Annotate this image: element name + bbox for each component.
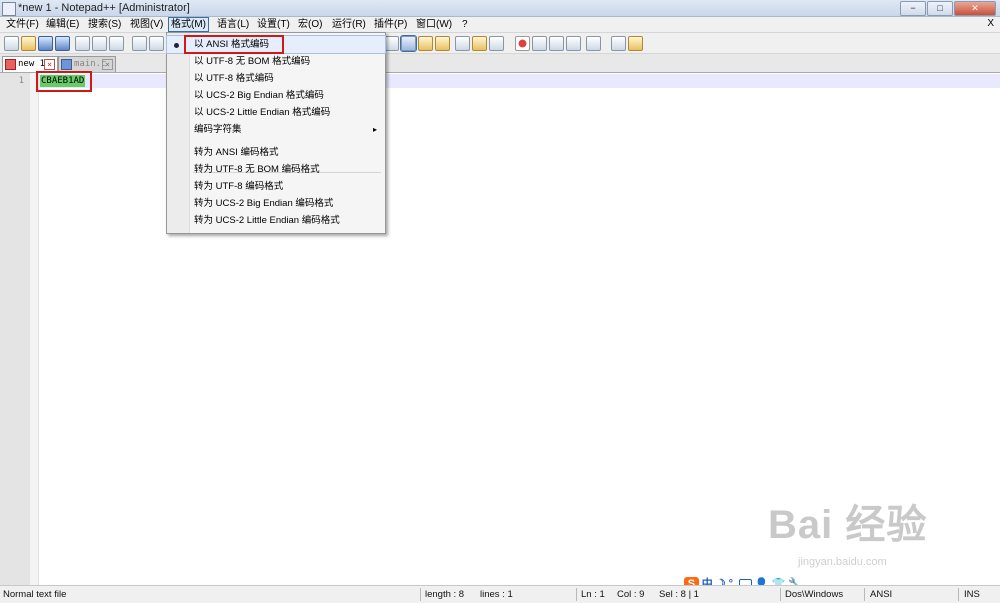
cut-icon[interactable]	[132, 36, 147, 51]
encode-ucs2-be-item[interactable]: 以 UCS-2 Big Endian 格式编码	[167, 87, 385, 104]
close-document-button[interactable]: X	[987, 18, 994, 29]
menu-item-label: 以 UTF-8 格式编码	[194, 73, 274, 84]
annotation-highlight-box	[184, 35, 284, 54]
menu-plugins[interactable]: 插件(P)	[372, 18, 409, 31]
copy-icon[interactable]	[149, 36, 164, 51]
menu-file[interactable]: 文件(F)	[4, 18, 41, 31]
status-sel: Sel : 8 | 1	[659, 589, 699, 600]
close-file-icon[interactable]	[75, 36, 90, 51]
menu-item-label: 转为 UTF-8 编码格式	[194, 181, 284, 192]
menu-format[interactable]: 格式(M)	[168, 17, 209, 32]
fold-margin	[30, 73, 39, 585]
character-sets-item[interactable]: 编码字符集 ▸	[167, 121, 385, 138]
line-number: 1	[18, 76, 24, 86]
status-col: Col : 9	[617, 589, 645, 600]
menu-item-label: 转为 ANSI 编码格式	[194, 147, 279, 158]
menu-settings[interactable]: 设置(T)	[255, 18, 292, 31]
run-macro-multiple-icon[interactable]	[566, 36, 581, 51]
unsaved-file-icon	[5, 59, 16, 70]
menu-item-label: 转为 UCS-2 Big Endian 编码格式	[194, 198, 334, 209]
convert-utf8-item[interactable]: 转为 UTF-8 编码格式	[167, 178, 385, 195]
menu-item-label: 以 UCS-2 Big Endian 格式编码	[194, 90, 324, 101]
save-icon[interactable]	[38, 36, 53, 51]
window-title: *new 1 - Notepad++ [Administrator]	[18, 2, 190, 14]
convert-ucs2-le-item[interactable]: 转为 UCS-2 Little Endian 编码格式	[167, 212, 385, 229]
status-ln: Ln : 1	[581, 589, 605, 600]
format-menu-dropdown: 以 ANSI 格式编码 以 UTF-8 无 BOM 格式编码 以 UTF-8 格…	[166, 32, 386, 234]
tab-new-1[interactable]: new 1 ×	[2, 56, 58, 72]
save-all-icon[interactable]	[55, 36, 70, 51]
title-bar: *new 1 - Notepad++ [Administrator] − □ ✕	[0, 0, 1000, 17]
encode-utf8-item[interactable]: 以 UTF-8 格式编码	[167, 70, 385, 87]
doc-map-icon[interactable]	[435, 36, 450, 51]
status-lines: lines : 1	[480, 589, 513, 600]
menu-item-label: 以 UCS-2 Little Endian 格式编码	[194, 107, 331, 118]
menu-item-label: 编码字符集	[194, 124, 242, 135]
close-tab-icon[interactable]: ×	[44, 59, 55, 70]
menu-search[interactable]: 搜索(S)	[86, 18, 123, 31]
close-tab-icon[interactable]: ×	[102, 59, 113, 70]
close-all-icon[interactable]	[92, 36, 107, 51]
minimize-button[interactable]: −	[900, 1, 926, 16]
menu-item-label: 转为 UCS-2 Little Endian 编码格式	[194, 215, 340, 226]
plugin-icon[interactable]	[628, 36, 643, 51]
convert-ansi-item[interactable]: 转为 ANSI 编码格式	[167, 144, 385, 161]
status-divider	[576, 588, 577, 601]
menu-language[interactable]: 语言(L)	[215, 18, 251, 31]
convert-ucs2-be-item[interactable]: 转为 UCS-2 Big Endian 编码格式	[167, 195, 385, 212]
playback-macro-icon[interactable]	[549, 36, 564, 51]
status-divider	[420, 588, 421, 601]
baidu-watermark: Bai 经验 jingyan.baidu.com	[768, 492, 988, 572]
status-divider	[780, 588, 781, 601]
encode-utf8-no-bom-item[interactable]: 以 UTF-8 无 BOM 格式编码	[167, 53, 385, 70]
menu-window[interactable]: 窗口(W)	[414, 18, 454, 31]
tab-bar: new 1 × main.c ×	[0, 54, 1000, 73]
status-eol: Dos\Windows	[785, 589, 844, 600]
menu-item-label: 转为 UTF-8 无 BOM 编码格式	[194, 164, 320, 175]
open-file-icon[interactable]	[21, 36, 36, 51]
close-window-button[interactable]: ✕	[954, 1, 996, 16]
radio-selected-icon	[174, 43, 179, 48]
function-list-icon[interactable]	[455, 36, 470, 51]
menu-run[interactable]: 运行(R)	[330, 18, 368, 31]
stop-recording-icon[interactable]	[532, 36, 547, 51]
status-encoding: ANSI	[870, 589, 893, 600]
tab-main-c[interactable]: main.c ×	[58, 56, 116, 72]
tab-label: new 1	[18, 59, 46, 69]
menu-bar: 文件(F) 编辑(E) 搜索(S) 视图(V) 格式(M) 语言(L) 设置(T…	[0, 17, 1000, 33]
print-icon[interactable]	[109, 36, 124, 51]
status-divider	[958, 588, 959, 601]
watermark-url: jingyan.baidu.com	[798, 556, 887, 568]
monitoring-icon[interactable]	[489, 36, 504, 51]
notepad-app-icon	[2, 2, 16, 16]
status-bar: Normal text file length : 8 lines : 1 Ln…	[0, 585, 1000, 603]
menu-macro[interactable]: 宏(O)	[296, 18, 324, 31]
record-macro-icon[interactable]	[515, 36, 530, 51]
encode-ucs2-le-item[interactable]: 以 UCS-2 Little Endian 格式编码	[167, 104, 385, 121]
indent-guide-icon[interactable]	[400, 35, 417, 52]
new-file-icon[interactable]	[4, 36, 19, 51]
show-all-characters-icon[interactable]	[384, 36, 399, 51]
save-macro-icon[interactable]	[586, 36, 601, 51]
convert-utf8-no-bom-item[interactable]: 转为 UTF-8 无 BOM 编码格式	[167, 161, 385, 178]
spell-check-icon[interactable]	[611, 36, 626, 51]
user-language-icon[interactable]	[418, 36, 433, 51]
folder-workspace-icon[interactable]	[472, 36, 487, 51]
annotation-highlight-box	[36, 71, 92, 92]
line-number-gutter: 1	[0, 73, 30, 585]
menu-edit[interactable]: 编辑(E)	[44, 18, 81, 31]
maximize-button[interactable]: □	[927, 1, 953, 16]
menu-help[interactable]: ?	[460, 18, 470, 31]
status-insert-mode: INS	[964, 589, 980, 600]
submenu-arrow-icon: ▸	[372, 125, 377, 134]
menu-item-label: 以 UTF-8 无 BOM 格式编码	[194, 56, 311, 67]
status-file-type: Normal text file	[3, 589, 67, 600]
watermark-text: Bai 经验	[768, 503, 928, 547]
status-length: length : 8	[425, 589, 465, 600]
status-divider	[864, 588, 865, 601]
toolbar	[0, 33, 1000, 54]
menu-view[interactable]: 视图(V)	[128, 18, 165, 31]
saved-file-icon	[61, 59, 72, 70]
